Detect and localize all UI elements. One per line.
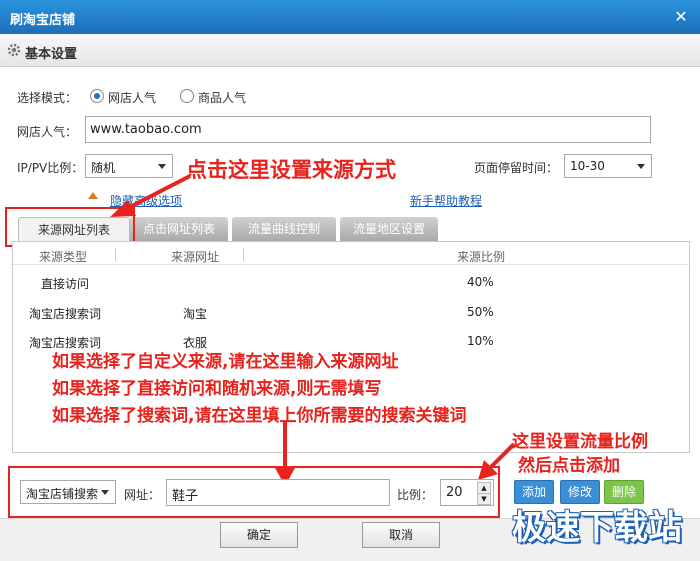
- header-divider: [243, 248, 244, 261]
- cell-url: 淘宝: [183, 307, 208, 321]
- chevron-down-icon: [158, 164, 166, 169]
- tab-traffic-curve[interactable]: 流量曲线控制: [232, 217, 336, 241]
- cell-ratio: 10%: [467, 334, 494, 348]
- ippv-label: IP/PV比例：: [17, 161, 84, 175]
- cell-ratio: 40%: [467, 275, 494, 289]
- annotation-ratio-2: 然后点击添加: [518, 456, 620, 476]
- cell-ratio: 50%: [467, 305, 494, 319]
- annotation-source-method: 点击这里设置来源方式: [186, 158, 396, 182]
- header-source-url: 来源网址: [171, 250, 220, 264]
- annotation-line-2: 如果选择了直接访问和随机来源,则无需填写: [52, 379, 382, 399]
- cancel-button[interactable]: 取消: [362, 522, 440, 548]
- chevron-down-icon: [637, 164, 645, 169]
- ratio-stepper[interactable]: 20 ▲ ▼: [440, 479, 494, 506]
- ratio-value: 20: [446, 485, 463, 500]
- header-source-ratio: 来源比例: [457, 250, 506, 264]
- source-url-value: 鞋子: [172, 489, 199, 504]
- source-type-select[interactable]: 淘宝店铺搜索: [20, 480, 116, 504]
- stay-select[interactable]: 10-30: [564, 154, 652, 178]
- mode-option-shop: 网店人气: [108, 91, 157, 105]
- shop-url-input[interactable]: www.taobao.com: [85, 116, 651, 143]
- gear-icon: [7, 43, 21, 57]
- mode-label: 选择模式：: [17, 91, 78, 105]
- collapse-up-icon: [88, 192, 98, 199]
- stepper-down-icon[interactable]: ▼: [477, 493, 491, 505]
- url-label: 网址：: [124, 488, 161, 502]
- chevron-down-icon: [101, 490, 109, 495]
- title-bar: 刷淘宝店铺 ✕: [0, 0, 700, 34]
- section-header: 基本设置: [0, 34, 700, 67]
- stay-label: 页面停留时间：: [474, 161, 559, 175]
- mode-radio-shop[interactable]: [90, 89, 104, 103]
- shop-label: 网店人气：: [17, 125, 78, 139]
- source-type-value: 淘宝店铺搜索: [26, 487, 99, 501]
- mode-option-item: 商品人气: [198, 91, 247, 105]
- close-icon[interactable]: ✕: [670, 6, 692, 28]
- watermark-logo: 极速下载站: [512, 508, 682, 548]
- window-title: 刷淘宝店铺: [10, 13, 76, 28]
- annotation-ratio-1: 这里设置流量比例: [512, 432, 648, 452]
- source-url-input[interactable]: 鞋子: [166, 479, 390, 506]
- tab-click-urls[interactable]: 点击网址列表: [130, 217, 228, 241]
- mode-radio-item[interactable]: [180, 89, 194, 103]
- cell-type: 直接访问: [41, 277, 90, 291]
- ratio-label: 比例：: [397, 488, 434, 502]
- header-underline: [13, 264, 689, 265]
- ok-button[interactable]: 确定: [220, 522, 298, 548]
- annotation-line-3: 如果选择了搜索词,请在这里填上你所需要的搜索关键词: [52, 406, 467, 426]
- header-source-type: 来源类型: [39, 250, 88, 264]
- stay-value: 10-30: [570, 159, 605, 173]
- cell-type: 淘宝店搜索词: [29, 307, 102, 321]
- annotation-line-1: 如果选择了自定义来源,请在这里输入来源网址: [52, 352, 399, 372]
- section-title: 基本设置: [25, 47, 78, 62]
- header-divider: [115, 248, 116, 261]
- tab-traffic-region[interactable]: 流量地区设置: [340, 217, 438, 241]
- help-tutorial-link[interactable]: 新手帮助教程: [410, 192, 482, 209]
- shop-url-value: www.taobao.com: [90, 122, 202, 137]
